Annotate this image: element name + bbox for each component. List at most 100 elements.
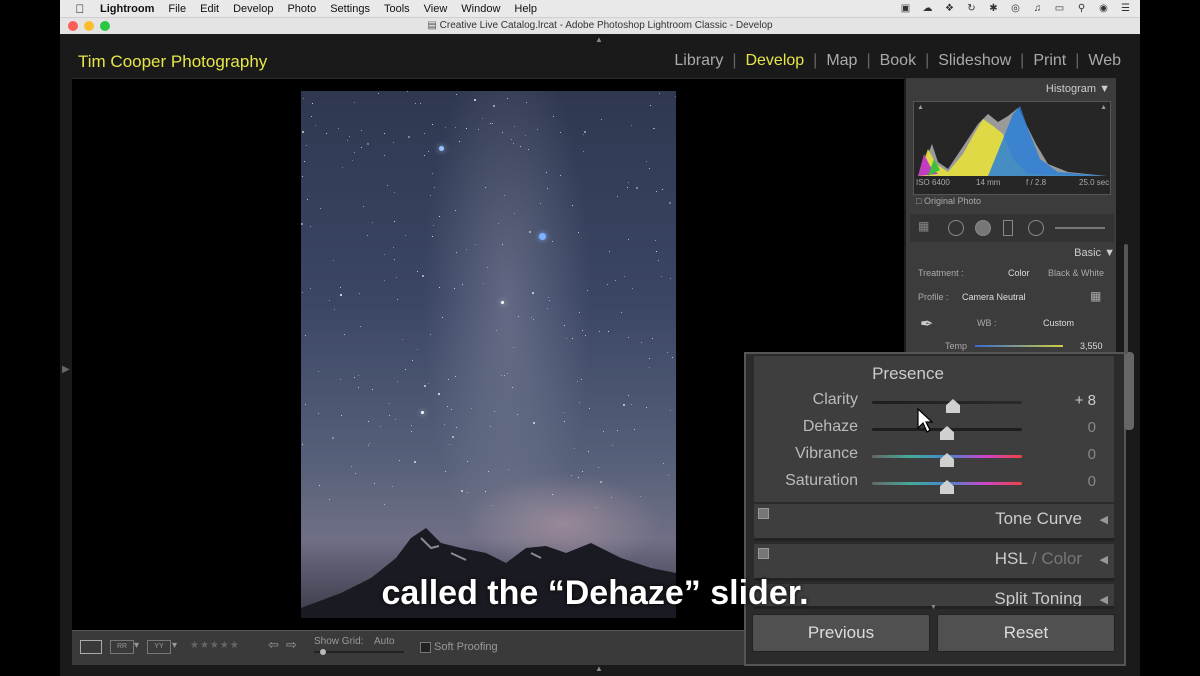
camera-icon[interactable]: ▣ <box>899 3 912 14</box>
soft-proofing-checkbox[interactable] <box>420 642 431 653</box>
search-icon[interactable]: ⚲ <box>1075 3 1088 14</box>
star <box>478 129 479 130</box>
panel-scrollbar[interactable] <box>1124 352 1134 430</box>
profile-browser-icon[interactable]: ▦ <box>1090 289 1101 303</box>
minimize-window-button[interactable] <box>84 21 94 31</box>
graduated-filter-icon[interactable] <box>1003 220 1013 236</box>
wb-dropdown[interactable]: Custom <box>1043 318 1074 328</box>
right-panel-scrollbar[interactable] <box>1124 244 1128 354</box>
star <box>312 103 313 104</box>
star <box>517 414 518 415</box>
menu-window[interactable]: Window <box>461 3 500 15</box>
menu-view[interactable]: View <box>424 3 448 15</box>
temp-slider-track[interactable] <box>975 345 1063 347</box>
star <box>384 155 385 156</box>
loupe-view-icon[interactable] <box>80 640 102 654</box>
top-panel-toggle-icon[interactable]: ▲ <box>595 35 603 44</box>
tone-curve-panel-header[interactable]: Tone Curve ◀ <box>754 504 1114 541</box>
star <box>526 102 527 103</box>
basic-header[interactable]: Basic ▼ <box>1074 247 1115 259</box>
saturation-value[interactable]: 0 <box>1040 473 1096 490</box>
module-map[interactable]: Map <box>817 52 866 70</box>
menu-file[interactable]: File <box>168 3 186 15</box>
star <box>579 312 580 313</box>
red-eye-icon[interactable] <box>975 220 991 236</box>
checkbox-icon[interactable]: □ <box>916 196 921 206</box>
previous-button[interactable]: Previous <box>752 614 930 652</box>
histogram-header[interactable]: Histogram ▼ <box>1046 83 1110 95</box>
star <box>380 426 381 427</box>
sync-icon[interactable]: ↻ <box>965 3 978 14</box>
chevron-down-icon[interactable]: ▾ <box>172 640 177 651</box>
star <box>466 249 467 250</box>
menu-settings[interactable]: Settings <box>330 3 370 15</box>
star <box>553 116 554 117</box>
hsl-color-label: HSL / Color <box>995 549 1082 569</box>
arrow-right-icon[interactable]: ⇨ <box>286 637 297 653</box>
document-icon: ▤ <box>427 20 437 31</box>
module-web[interactable]: Web <box>1079 52 1130 70</box>
menu-app-lightroom[interactable]: Lightroom <box>100 3 154 15</box>
module-print[interactable]: Print <box>1024 52 1075 70</box>
treatment-bw-option[interactable]: Black & White <box>1048 268 1104 278</box>
spot-removal-icon[interactable] <box>948 220 964 236</box>
star <box>552 494 553 495</box>
chevron-down-icon[interactable]: ▾ <box>134 640 139 651</box>
reset-button[interactable]: Reset <box>937 614 1115 652</box>
star <box>355 473 356 474</box>
vibrance-value[interactable]: 0 <box>1040 446 1096 463</box>
close-window-button[interactable] <box>68 21 78 31</box>
module-book[interactable]: Book <box>871 52 925 70</box>
panel-toggle-switch[interactable] <box>758 548 769 559</box>
menu-list-icon[interactable]: ☰ <box>1119 3 1132 14</box>
wifi-icon[interactable]: ◎ <box>1009 3 1022 14</box>
menu-tools[interactable]: Tools <box>384 3 410 15</box>
apple-icon[interactable]:  <box>70 2 90 16</box>
clarity-value[interactable]: + 8 <box>1040 392 1096 409</box>
volume-icon[interactable]: ♫ <box>1031 3 1044 14</box>
module-library[interactable]: Library <box>665 52 732 70</box>
star <box>663 463 664 464</box>
arrow-left-icon[interactable]: ⇦ <box>268 637 279 653</box>
milky-way-photo[interactable] <box>301 91 676 618</box>
crop-tool-icon[interactable]: ▦ <box>918 219 929 233</box>
panel-toggle-switch[interactable] <box>758 508 769 519</box>
battery-icon[interactable]: ▭ <box>1053 3 1066 14</box>
color-tab-label[interactable]: Color <box>1041 549 1082 568</box>
treatment-color-option[interactable]: Color <box>1008 268 1030 278</box>
radial-filter-icon[interactable] <box>1028 220 1044 236</box>
temp-value[interactable]: 3,550 <box>1080 341 1103 351</box>
clarity-slider-track[interactable] <box>872 401 1022 404</box>
star <box>560 132 561 133</box>
star-rating[interactable]: ★★★★★ <box>190 640 240 651</box>
menu-help[interactable]: Help <box>514 3 537 15</box>
siri-icon[interactable]: ◉ <box>1097 3 1110 14</box>
menu-edit[interactable]: Edit <box>200 3 219 15</box>
bluetooth-icon[interactable]: ✱ <box>987 3 1000 14</box>
before-after-icon[interactable]: RR <box>110 640 134 654</box>
adjustment-brush-icon[interactable] <box>1055 227 1105 229</box>
star <box>661 276 662 277</box>
cloud-icon[interactable]: ☁ <box>921 3 934 14</box>
menu-photo[interactable]: Photo <box>287 3 316 15</box>
dehaze-value[interactable]: 0 <box>1040 419 1096 436</box>
hsl-tab-label[interactable]: HSL <box>995 549 1027 568</box>
profile-dropdown[interactable]: Camera Neutral <box>962 292 1026 302</box>
dropbox-icon[interactable]: ❖ <box>943 3 956 14</box>
eyedropper-icon[interactable]: ✒ <box>920 314 933 334</box>
left-panel-toggle-icon[interactable]: ▶ <box>62 364 70 375</box>
star <box>447 406 448 407</box>
star <box>305 404 306 405</box>
grid-slider-track[interactable] <box>314 651 404 653</box>
grid-slider-thumb[interactable] <box>320 649 326 655</box>
original-photo-toggle[interactable]: □ Original Photo <box>916 196 981 206</box>
zoom-window-button[interactable] <box>100 21 110 31</box>
show-grid-value[interactable]: Auto <box>374 636 395 647</box>
star <box>389 415 390 416</box>
bottom-panel-toggle-icon[interactable]: ▲ <box>595 664 603 673</box>
module-develop[interactable]: Develop <box>736 52 813 70</box>
before-after-swap-icon[interactable]: YY <box>147 640 171 654</box>
menu-develop[interactable]: Develop <box>233 3 273 15</box>
module-slideshow[interactable]: Slideshow <box>929 52 1020 70</box>
star <box>547 188 548 189</box>
